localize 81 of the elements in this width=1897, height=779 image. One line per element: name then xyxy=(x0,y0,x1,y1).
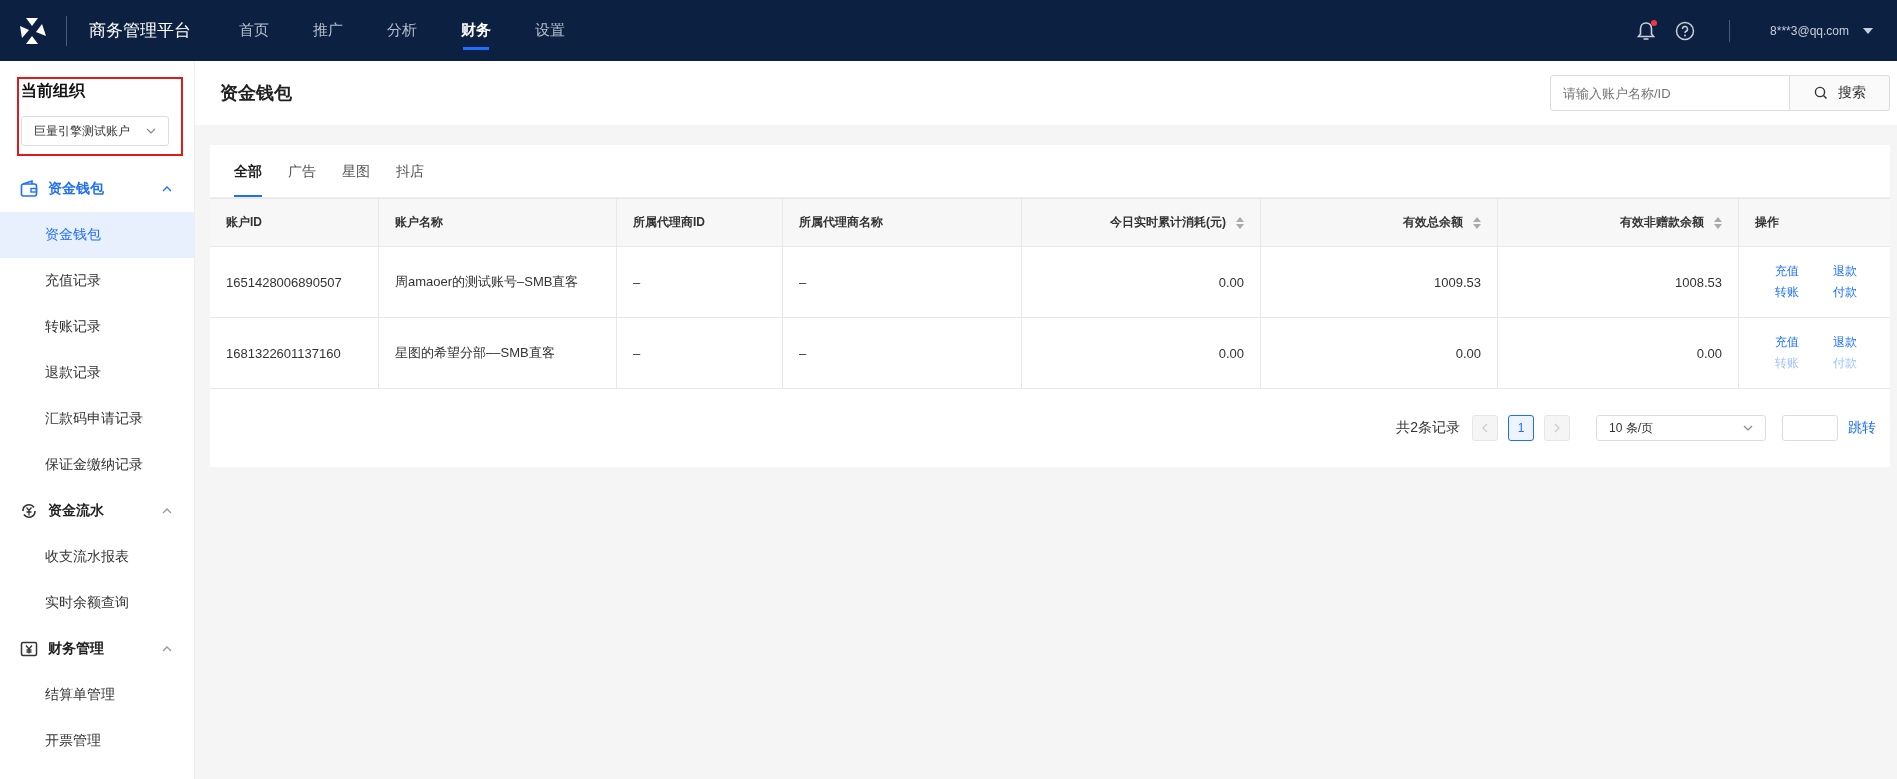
menu-item[interactable]: 结算单管理 xyxy=(0,672,194,718)
sort-icon xyxy=(1714,216,1722,229)
yen-box-icon xyxy=(20,640,38,658)
chevron-down-icon xyxy=(146,128,156,134)
search-button[interactable]: 搜索 xyxy=(1790,75,1890,111)
column-header: 账户ID xyxy=(226,214,262,231)
chevron-up-icon xyxy=(162,646,172,652)
action-link[interactable]: 充值 xyxy=(1775,263,1799,280)
logo-icon xyxy=(18,15,48,46)
chevron-right-icon xyxy=(1554,423,1560,433)
table-cell: – xyxy=(616,246,783,318)
page-size-select[interactable]: 10 条/页 xyxy=(1596,415,1766,441)
menu-item[interactable]: 保证金缴纳记录 xyxy=(0,442,194,488)
chevron-up-icon xyxy=(162,508,172,514)
tab[interactable]: 广告 xyxy=(288,145,316,197)
menu-item[interactable]: 实时余额查询 xyxy=(0,580,194,626)
table-cell: 星图的希望分部––SMB直客 xyxy=(378,317,617,389)
column-header: 有效总余额 xyxy=(1403,214,1463,231)
action-link[interactable]: 退款 xyxy=(1833,334,1857,351)
chevron-up-icon xyxy=(162,186,172,192)
page-number-field[interactable] xyxy=(1782,415,1838,441)
page-number-button[interactable]: 1 xyxy=(1508,415,1534,441)
user-email: 8***3@qq.com xyxy=(1770,23,1849,38)
nav-tab[interactable]: 推广 xyxy=(313,0,343,61)
action-link[interactable]: 退款 xyxy=(1833,263,1857,280)
menu-group-label: 资金钱包 xyxy=(48,180,105,198)
tab[interactable]: 抖店 xyxy=(396,145,424,197)
menu-group-label: 财务管理 xyxy=(48,640,105,658)
account-menu[interactable]: 8***3@qq.com xyxy=(1770,23,1873,38)
table-cell: 1009.53 xyxy=(1260,246,1498,318)
menu-item[interactable]: 转账记录 xyxy=(0,304,194,350)
page-title: 资金钱包 xyxy=(220,82,292,105)
yen-cycle-icon xyxy=(20,502,38,520)
search-field[interactable]: 请输入账户名称/ID xyxy=(1550,75,1790,111)
nav-tab[interactable]: 设置 xyxy=(535,0,565,61)
platform-title: 商务管理平台 xyxy=(89,20,191,42)
column-header: 今日实时累计消耗(元) xyxy=(1110,214,1226,231)
jump-link[interactable]: 跳转 xyxy=(1848,419,1876,437)
table-cell: 周amaoer的测试账号–SMB直客 xyxy=(378,246,617,318)
tab[interactable]: 星图 xyxy=(342,145,370,197)
nav-tab[interactable]: 首页 xyxy=(239,0,269,61)
sort-icon xyxy=(1473,216,1481,229)
menu-group[interactable]: 资金流水 xyxy=(0,488,194,534)
table-cell: 1651428006890507 xyxy=(210,246,379,318)
action-link[interactable]: 付款 xyxy=(1833,284,1857,301)
action-link[interactable]: 转账 xyxy=(1775,284,1799,301)
menu-group[interactable]: 财务管理 xyxy=(0,626,194,672)
nav-tab[interactable]: 分析 xyxy=(387,0,417,61)
record-count: 共2条记录 xyxy=(1396,419,1460,437)
table-cell: 0.00 xyxy=(1021,317,1261,389)
chevron-down-icon xyxy=(1743,425,1753,431)
column-header: 操作 xyxy=(1755,214,1779,231)
table-cell: – xyxy=(616,317,783,389)
menu-group-label: 资金流水 xyxy=(48,502,105,520)
table-cell: 1008.53 xyxy=(1497,246,1739,318)
section-label: 当前组织 xyxy=(21,81,86,101)
dropdown-caret-icon xyxy=(1863,27,1873,34)
column-header: 所属代理商ID xyxy=(633,214,705,231)
menu-item[interactable]: 收支流水报表 xyxy=(0,534,194,580)
menu-item[interactable]: 汇款码申请记录 xyxy=(0,396,194,442)
table-cell: – xyxy=(782,317,1022,389)
table-cell: 0.00 xyxy=(1497,317,1739,389)
table-cell: 0.00 xyxy=(1021,246,1261,318)
table-cell: – xyxy=(782,246,1022,318)
sort-icon xyxy=(1236,216,1244,229)
action-link[interactable]: 充值 xyxy=(1775,334,1799,351)
search-icon xyxy=(1813,86,1828,100)
organization-select[interactable]: 巨量引擎测试账户 xyxy=(21,116,169,146)
menu-item[interactable]: 退款记录 xyxy=(0,350,194,396)
column-header: 账户名称 xyxy=(395,214,443,231)
menu-item[interactable]: 资金钱包 xyxy=(0,212,194,258)
menu-item[interactable]: 开票管理 xyxy=(0,718,194,764)
help-icon[interactable] xyxy=(1675,20,1696,41)
menu-group[interactable]: 资金钱包 xyxy=(0,166,194,212)
chevron-left-icon xyxy=(1482,423,1488,433)
table-cell: 1681322601137160 xyxy=(210,317,379,389)
column-header: 有效非赠款余额 xyxy=(1620,214,1704,231)
menu-item[interactable]: 充值记录 xyxy=(0,258,194,304)
wallet-icon xyxy=(20,180,38,198)
column-header: 所属代理商名称 xyxy=(799,214,883,231)
table-cell: 0.00 xyxy=(1260,317,1498,389)
